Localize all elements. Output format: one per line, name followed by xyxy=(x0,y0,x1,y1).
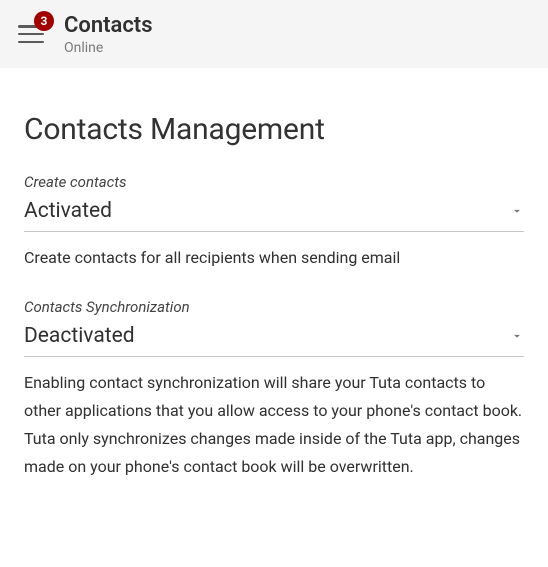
create-contacts-label: Create contacts xyxy=(24,173,524,191)
setting-contacts-sync: Contacts Synchronization Deactivated Ena… xyxy=(24,298,524,481)
create-contacts-description: Create contacts for all recipients when … xyxy=(24,244,524,272)
setting-create-contacts: Create contacts Activated Create contact… xyxy=(24,173,524,272)
main-content: Contacts Management Create contacts Acti… xyxy=(0,68,548,481)
contacts-sync-description: Enabling contact synchronization will sh… xyxy=(24,369,524,481)
create-contacts-value: Activated xyxy=(24,199,112,223)
header-title: Contacts xyxy=(64,13,153,38)
menu-button[interactable]: 3 xyxy=(14,17,48,51)
chevron-down-icon xyxy=(510,204,524,218)
page-title: Contacts Management xyxy=(24,112,524,147)
notification-badge: 3 xyxy=(34,11,54,31)
contacts-sync-value: Deactivated xyxy=(24,324,135,348)
app-header: 3 Contacts Online xyxy=(0,0,548,68)
chevron-down-icon xyxy=(510,329,524,343)
contacts-sync-dropdown[interactable]: Deactivated xyxy=(24,318,524,357)
create-contacts-dropdown[interactable]: Activated xyxy=(24,193,524,232)
header-title-block: Contacts Online xyxy=(64,13,153,56)
header-subtitle: Online xyxy=(64,40,153,56)
contacts-sync-label: Contacts Synchronization xyxy=(24,298,524,316)
